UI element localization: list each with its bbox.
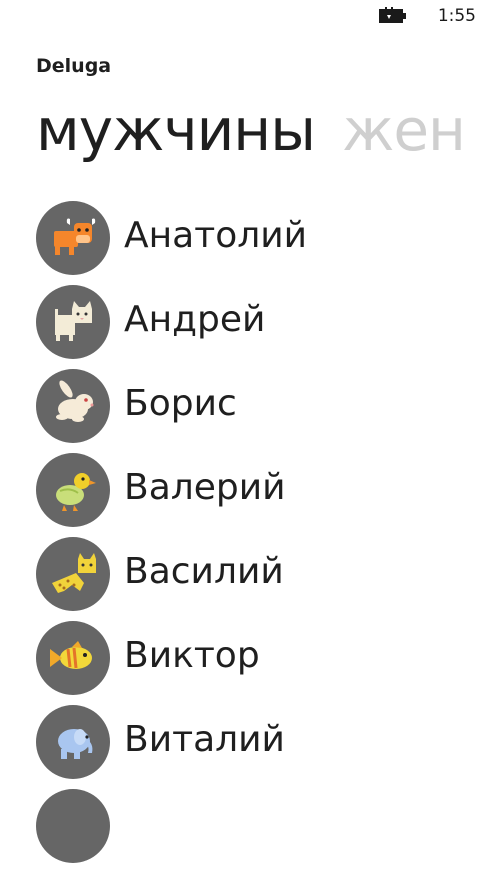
list-item[interactable]: Анатолий xyxy=(36,201,480,285)
battery-charging-icon xyxy=(379,7,406,23)
list-item[interactable]: Валерий xyxy=(36,453,480,537)
person-name: Виктор xyxy=(124,635,260,676)
tab-men[interactable]: мужчины xyxy=(36,94,316,166)
clock: 1:55 xyxy=(437,6,476,26)
list-item[interactable]: Виктор xyxy=(36,621,480,705)
person-name: Андрей xyxy=(124,299,266,340)
elephant-icon xyxy=(58,729,93,759)
person-name: Василий xyxy=(124,551,284,592)
leopard-icon xyxy=(52,553,96,593)
fish-icon xyxy=(50,641,92,669)
cat-icon xyxy=(55,301,92,341)
names-list: Анатолий Андрей Борис Валерий Василий Ви… xyxy=(36,201,480,873)
avatar xyxy=(36,369,110,443)
person-name: Виталий xyxy=(124,719,285,760)
pivot-header: мужчины жен xyxy=(36,94,480,166)
bull-icon xyxy=(54,218,96,255)
list-item[interactable] xyxy=(36,789,480,873)
rabbit-icon xyxy=(56,380,94,422)
avatar xyxy=(36,285,110,359)
app-title: Deluga xyxy=(36,55,112,77)
avatar xyxy=(36,705,110,779)
avatar xyxy=(36,621,110,695)
duckling-icon xyxy=(56,473,96,511)
list-item[interactable]: Виталий xyxy=(36,705,480,789)
person-name: Борис xyxy=(124,383,237,424)
tab-women[interactable]: жен xyxy=(342,94,466,166)
list-item[interactable]: Василий xyxy=(36,537,480,621)
avatar xyxy=(36,201,110,275)
person-name: Валерий xyxy=(124,467,286,508)
list-item[interactable]: Борис xyxy=(36,369,480,453)
list-item[interactable]: Андрей xyxy=(36,285,480,369)
avatar xyxy=(36,453,110,527)
avatar xyxy=(36,789,110,863)
avatar xyxy=(36,537,110,611)
person-name: Анатолий xyxy=(124,215,308,256)
status-bar: 1:55 xyxy=(0,0,480,32)
